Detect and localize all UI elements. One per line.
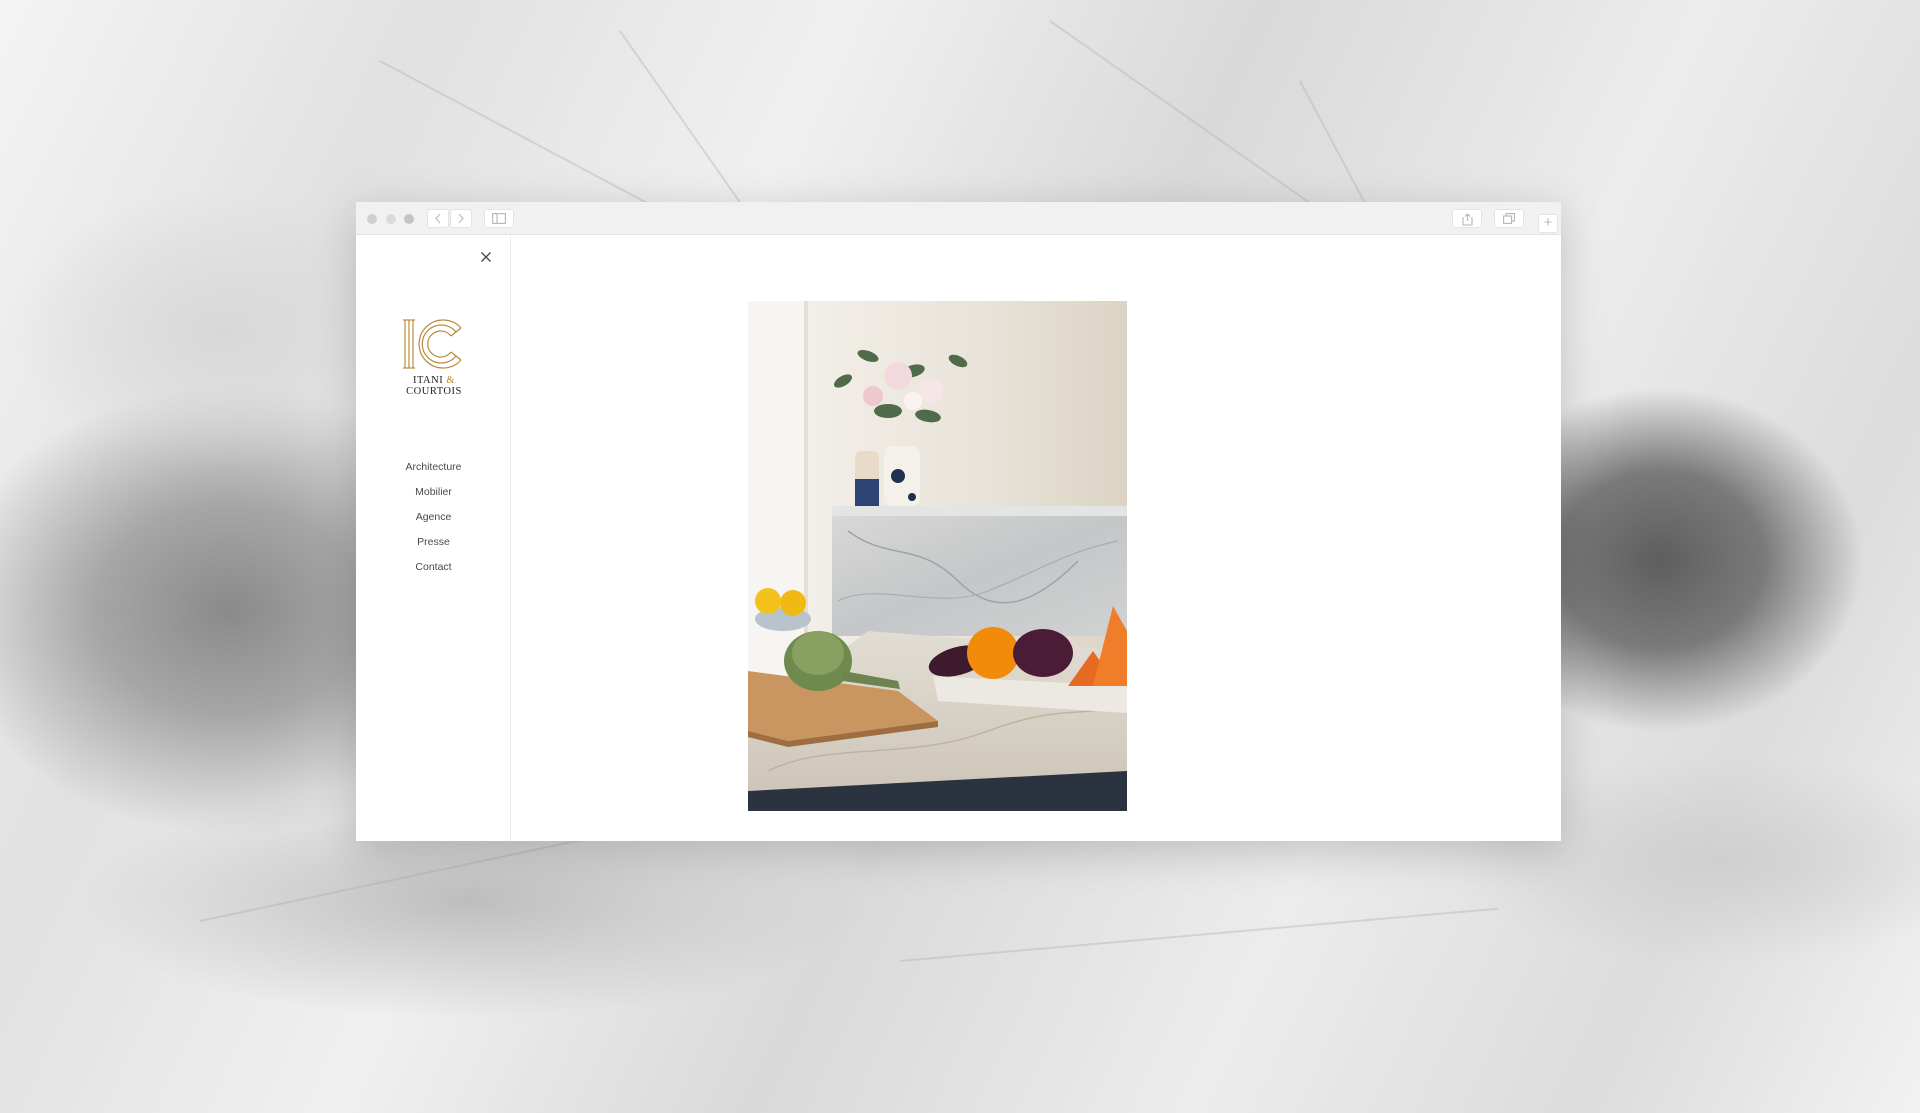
sidebar-toggle-button[interactable] [484, 209, 514, 228]
close-icon [481, 252, 491, 262]
nav-item-presse[interactable]: Presse [356, 530, 511, 555]
nav-item-agence[interactable]: Agence [356, 505, 511, 530]
sidebar-icon [492, 213, 506, 224]
close-menu-button[interactable] [478, 249, 494, 265]
back-arrow-icon [435, 213, 441, 224]
kitchen-still-life-image [748, 301, 1127, 811]
new-tab-icon: + [1543, 214, 1553, 231]
tabs-icon [1503, 213, 1515, 224]
logo-name-line1: ITANI [412, 375, 444, 386]
logo-wordmark: ITANI & COURTOIS [401, 375, 467, 397]
tabs-overview-button[interactable] [1494, 209, 1524, 228]
forward-button[interactable] [450, 209, 472, 228]
main-navigation: Architecture Mobilier Agence Presse Cont… [356, 455, 511, 580]
project-photo[interactable] [748, 301, 1127, 811]
logo-name-line2: COURTOIS [406, 386, 462, 397]
back-button[interactable] [427, 209, 449, 228]
nav-item-mobilier[interactable]: Mobilier [356, 480, 511, 505]
site-sidebar: ITANI & COURTOIS Architecture Mobilier A… [356, 235, 511, 841]
ic-monogram-logo [403, 319, 462, 369]
browser-window: + ITANI & COURTOIS Architecture Mobilier… [356, 202, 1561, 841]
forward-arrow-icon [458, 213, 464, 224]
new-tab-button[interactable]: + [1538, 214, 1558, 233]
site-logo[interactable]: ITANI & COURTOIS [401, 318, 467, 397]
window-zoom-button[interactable] [404, 214, 414, 224]
window-minimize-button[interactable] [386, 214, 396, 224]
share-icon [1461, 213, 1473, 226]
logo-ampersand: & [446, 375, 456, 386]
browser-toolbar: + [356, 202, 1561, 235]
share-button[interactable] [1452, 209, 1482, 228]
window-close-button[interactable] [367, 214, 377, 224]
nav-item-contact[interactable]: Contact [356, 555, 511, 580]
nav-item-architecture[interactable]: Architecture [356, 455, 511, 480]
